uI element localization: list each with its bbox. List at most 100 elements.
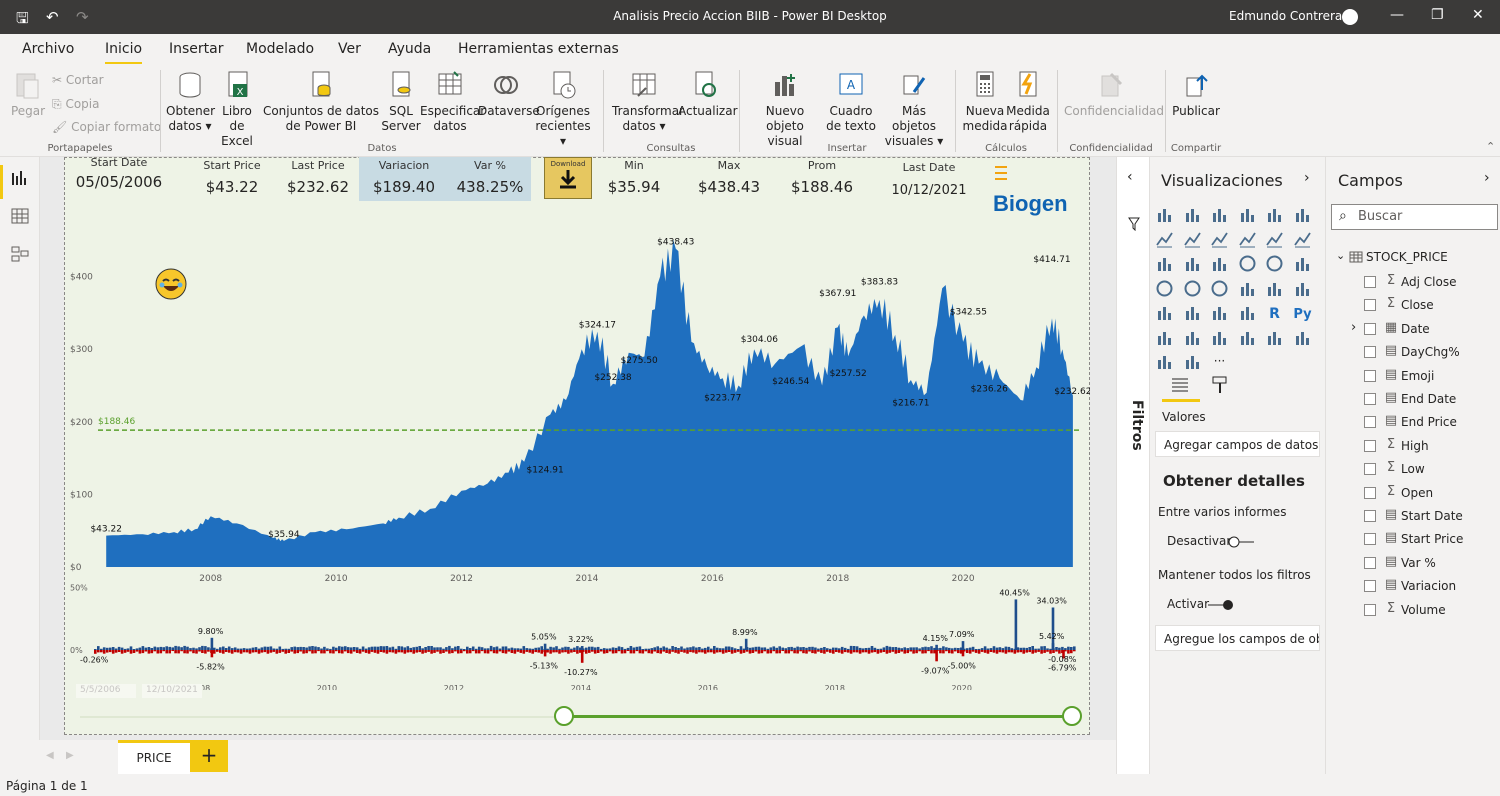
- model-view-icon[interactable]: [11, 245, 29, 263]
- qa-icon[interactable]: [1210, 328, 1229, 347]
- slicer-to[interactable]: 12/10/2021: [142, 684, 202, 698]
- gauge-icon[interactable]: [1238, 279, 1257, 298]
- field-item[interactable]: Σ Volume: [1364, 601, 1499, 621]
- area-chart-icon[interactable]: [1183, 230, 1202, 249]
- sensitivity-button[interactable]: Confidencialidad: [1064, 70, 1164, 119]
- daily-change-chart[interactable]: 0%50% 2008201020122014201620182020 -0.26…: [64, 580, 1090, 691]
- publish-button[interactable]: Publicar: [1170, 70, 1222, 119]
- transform-data-button[interactable]: Transformar datos ▾: [612, 70, 684, 134]
- datasets-button[interactable]: Conjuntos de datos de Power BI: [262, 70, 380, 134]
- stacked-column-icon[interactable]: [1183, 205, 1202, 224]
- field-item[interactable]: ▤ Var %: [1364, 554, 1499, 574]
- custom-visual-icon[interactable]: [1183, 352, 1202, 371]
- field-checkbox[interactable]: [1364, 439, 1376, 452]
- python-visual-icon[interactable]: Py: [1293, 303, 1312, 322]
- restore-icon[interactable]: ❐: [1431, 7, 1444, 23]
- user-name[interactable]: Edmundo Contreras: [1229, 9, 1349, 23]
- paste-button[interactable]: Pegar: [8, 70, 48, 119]
- field-item[interactable]: ▤ End Date: [1364, 390, 1499, 410]
- quick-measure-button[interactable]: Medida rápida: [1006, 70, 1050, 134]
- 100-bar-icon[interactable]: [1265, 205, 1284, 224]
- pie-icon[interactable]: [1238, 254, 1257, 273]
- waterfall-icon[interactable]: [1155, 254, 1174, 273]
- field-checkbox[interactable]: [1364, 416, 1376, 429]
- enter-data-button[interactable]: Especificar datos: [420, 70, 485, 134]
- values-well[interactable]: Agregar campos de datos a...: [1155, 431, 1320, 457]
- slicer-icon[interactable]: [1183, 303, 1202, 322]
- field-item[interactable]: ▤ Variacion: [1364, 577, 1499, 597]
- collapse-viz-icon[interactable]: ›: [1304, 170, 1310, 186]
- menu-inicio[interactable]: Inicio: [105, 41, 143, 65]
- daily-change-bars[interactable]: [94, 599, 1076, 663]
- field-checkbox[interactable]: [1364, 556, 1376, 569]
- table-stock-price[interactable]: ⌄ STOCK_PRICE: [1336, 249, 1496, 269]
- menu-ayuda[interactable]: Ayuda: [388, 41, 431, 57]
- tab-price[interactable]: PRICE: [118, 740, 190, 774]
- field-checkbox[interactable]: [1364, 322, 1376, 335]
- field-checkbox[interactable]: [1364, 276, 1376, 288]
- recent-sources-button[interactable]: Orígenes recientes ▾: [532, 70, 594, 149]
- field-checkbox[interactable]: [1364, 299, 1376, 312]
- more-icon[interactable]: ···: [1210, 352, 1229, 371]
- clustered-bar-icon[interactable]: [1210, 205, 1229, 224]
- field-item[interactable]: Σ High: [1364, 437, 1499, 457]
- fields-well-icon[interactable]: [1170, 375, 1190, 395]
- narrative-icon[interactable]: [1238, 328, 1257, 347]
- filled-map-icon[interactable]: [1183, 279, 1202, 298]
- decomposition-tree-icon[interactable]: [1183, 328, 1202, 347]
- slider-start-handle[interactable]: [554, 706, 574, 726]
- prev-page-icon[interactable]: ◀: [46, 750, 54, 761]
- line-chart-icon[interactable]: [1155, 230, 1174, 249]
- chevron-right-icon[interactable]: ›: [1351, 320, 1356, 335]
- drillthrough-well[interactable]: Agregue los campos de ob...: [1155, 625, 1320, 651]
- menu-insertar[interactable]: Insertar: [169, 41, 224, 57]
- slicer-from[interactable]: 5/5/2006: [76, 684, 136, 698]
- scatter-icon[interactable]: [1210, 254, 1229, 273]
- field-checkbox[interactable]: [1364, 510, 1376, 522]
- ribbon-chart-icon[interactable]: [1293, 230, 1312, 249]
- field-item[interactable]: ▤ End Price: [1364, 413, 1499, 433]
- date-range-slicer[interactable]: 5/5/2006 12/10/2021: [64, 684, 1090, 735]
- menu-archivo[interactable]: Archivo: [22, 41, 74, 57]
- card-icon[interactable]: [1265, 279, 1284, 298]
- add-page-button[interactable]: +: [190, 740, 228, 772]
- field-item[interactable]: Σ Adj Close: [1364, 273, 1499, 293]
- format-painter-button[interactable]: 🖌 Copiar formato: [52, 120, 161, 134]
- shape-map-icon[interactable]: [1210, 279, 1229, 298]
- 100-column-icon[interactable]: [1293, 205, 1312, 224]
- fields-search-input[interactable]: ⌕ Buscar: [1331, 204, 1498, 230]
- cut-button[interactable]: ✂ Cortar: [52, 73, 104, 87]
- field-checkbox[interactable]: [1364, 369, 1376, 382]
- excel-button[interactable]: X Libro de Excel: [214, 70, 260, 149]
- field-checkbox[interactable]: [1364, 486, 1376, 499]
- get-data-button[interactable]: Obtener datos ▾: [166, 70, 215, 134]
- data-view-icon[interactable]: [11, 207, 29, 225]
- menu-ver[interactable]: Ver: [338, 41, 361, 57]
- field-item[interactable]: Σ Open: [1364, 484, 1499, 504]
- power-automate-icon[interactable]: [1155, 352, 1174, 371]
- funnel-icon[interactable]: [1183, 254, 1202, 273]
- line-clustered-icon[interactable]: [1265, 230, 1284, 249]
- filters-pane-collapsed[interactable]: ‹ Filtros: [1116, 157, 1149, 774]
- table-icon[interactable]: [1210, 303, 1229, 322]
- collapse-ribbon-icon[interactable]: ⌃: [1486, 140, 1495, 153]
- textbox-button[interactable]: A Cuadro de texto: [822, 70, 880, 134]
- price-area-chart[interactable]: $188.46 $0$100$200$300$400 2008 2010 2012 2…: [64, 205, 1090, 585]
- format-paint-roller-icon[interactable]: [1210, 375, 1230, 395]
- field-checkbox[interactable]: [1364, 393, 1376, 405]
- minimize-icon[interactable]: —: [1390, 7, 1404, 23]
- stacked-bar-icon[interactable]: [1155, 205, 1174, 224]
- field-checkbox[interactable]: [1364, 533, 1376, 546]
- close-icon[interactable]: ✕: [1472, 7, 1484, 23]
- field-item[interactable]: ▤ DayChg%: [1364, 343, 1499, 363]
- field-checkbox[interactable]: [1364, 463, 1376, 476]
- slider-end-handle[interactable]: [1062, 706, 1082, 726]
- multirow-card-icon[interactable]: [1293, 279, 1312, 298]
- menu-herramientas-externas[interactable]: Herramientas externas: [458, 41, 619, 57]
- paginated-icon[interactable]: [1265, 328, 1284, 347]
- new-visual-button[interactable]: Nuevo objeto visual: [748, 70, 822, 149]
- line-column-icon[interactable]: [1238, 230, 1257, 249]
- map-icon[interactable]: [1155, 279, 1174, 298]
- avatar[interactable]: [1342, 9, 1358, 25]
- field-item[interactable]: › ▦ Date: [1351, 320, 1499, 340]
